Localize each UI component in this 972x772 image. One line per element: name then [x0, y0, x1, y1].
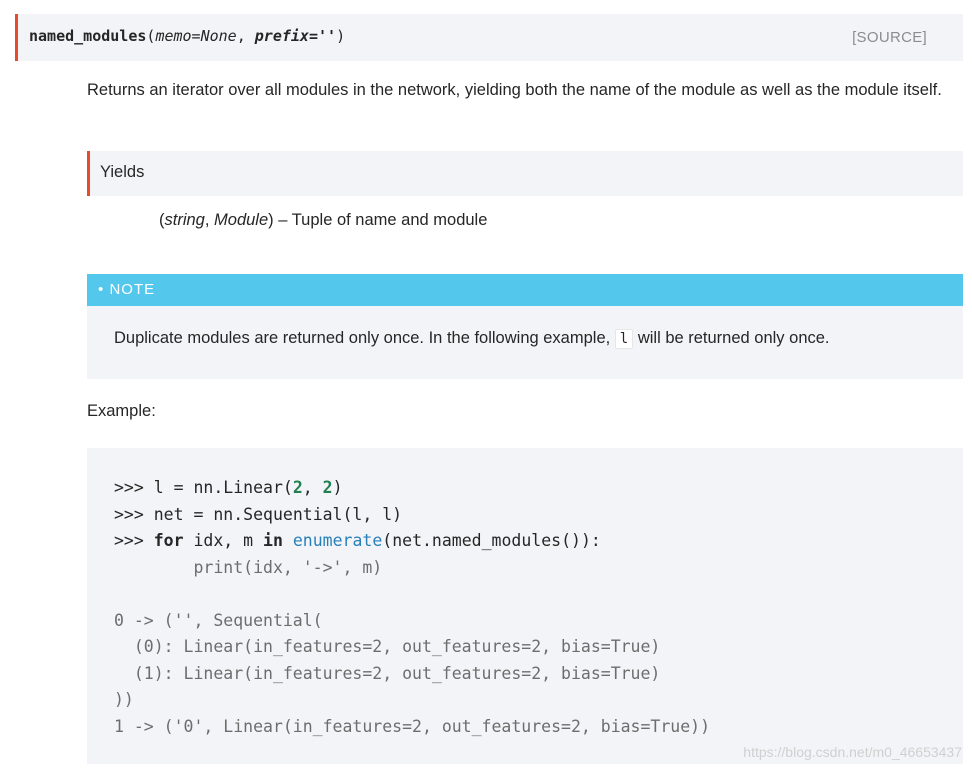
code-line-4: print(idx, '->', m): [114, 557, 383, 577]
yields-label: Yields: [100, 163, 145, 181]
param-prefix: prefix='': [254, 27, 337, 45]
close-paren: ): [336, 27, 346, 45]
output-line-3: (1): Linear(in_features=2, out_features=…: [114, 663, 661, 683]
inline-code: l: [614, 329, 634, 349]
note-header: • NOTE: [87, 274, 963, 306]
yields-header: Yields: [87, 151, 963, 196]
prompt: >>>: [114, 478, 154, 497]
signature-bar: named_modules(memo=None, prefix='') [SOU…: [15, 14, 963, 61]
yields-type-string[interactable]: string: [165, 211, 205, 229]
builtin: enumerate: [292, 531, 383, 550]
yields-type-comma: ,: [204, 211, 215, 229]
yields-value: (string, Module) – Tuple of name and mod…: [159, 211, 487, 230]
example-label: Example:: [87, 402, 156, 420]
code-block: >>> l = nn.Linear(2, 2) >>> net = nn.Seq…: [87, 448, 963, 764]
bullet-icon: •: [98, 281, 105, 298]
note-text-before: Duplicate modules are returned only once…: [114, 329, 615, 347]
code-text: net = nn.Sequential(l, l): [153, 504, 403, 524]
keyword: in: [263, 531, 283, 550]
yields-type-module[interactable]: Module: [214, 211, 268, 229]
method-signature: named_modules(memo=None, prefix=''): [29, 27, 345, 45]
method-name: named_modules: [29, 27, 147, 45]
code-line-1: >>> l = nn.Linear(2, 2): [114, 478, 343, 497]
output-line-4: )): [114, 690, 134, 709]
param-memo: memo=None: [155, 27, 237, 45]
code-text: ,: [302, 478, 323, 497]
code-listing: >>> l = nn.Linear(2, 2) >>> net = nn.Seq…: [114, 475, 710, 740]
code-line-3: >>> for idx, m in enumerate(net.named_mo…: [114, 531, 601, 550]
number-literal: 2: [292, 478, 303, 497]
code-text: ): [332, 478, 343, 497]
code-text: idx, m: [183, 531, 264, 550]
source-link[interactable]: [SOURCE]: [852, 29, 927, 46]
method-description: Returns an iterator over all modules in …: [87, 81, 942, 99]
prompt: >>>: [114, 504, 154, 524]
output-line-1: 0 -> ('', Sequential(: [114, 610, 323, 630]
note-title: • NOTE: [98, 281, 155, 298]
keyword: for: [153, 531, 184, 550]
yields-text: – Tuple of name and module: [273, 211, 488, 229]
code-line-2: >>> net = nn.Sequential(l, l): [114, 505, 402, 524]
output-line-2: (0): Linear(in_features=2, out_features=…: [114, 637, 661, 656]
param-comma: ,: [236, 27, 255, 45]
note-text-after: will be returned only once.: [633, 329, 830, 347]
prompt: >>>: [114, 531, 154, 550]
number-literal: 2: [322, 478, 333, 497]
note-text: Duplicate modules are returned only once…: [114, 329, 830, 349]
output-line-5: 1 -> ('0', Linear(in_features=2, out_fea…: [114, 716, 711, 736]
note-title-text: NOTE: [109, 281, 156, 298]
code-text: l = nn.Linear(: [153, 478, 293, 497]
note-body: Duplicate modules are returned only once…: [87, 306, 963, 379]
watermark: https://blog.csdn.net/m0_46653437: [743, 744, 962, 760]
code-text: (net.named_modules()):: [382, 531, 601, 550]
